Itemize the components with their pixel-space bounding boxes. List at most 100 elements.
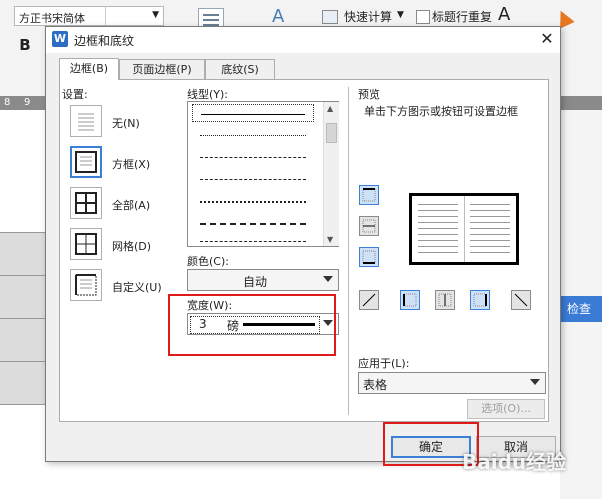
preview-text-line [418, 204, 458, 205]
line-style-option[interactable] [192, 192, 314, 210]
color-dropdown[interactable]: 自动 [187, 269, 339, 291]
preview-text-line [470, 240, 510, 241]
preview-text-line [418, 240, 458, 241]
setting-box-label: 方框(X) [112, 158, 151, 171]
chevron-down-icon[interactable]: ▼ [397, 10, 404, 20]
setting-custom-icon [75, 274, 97, 296]
dialog-titlebar: W 边框和底纹 ✕ [46, 27, 560, 53]
color-label: 颜色(C): [187, 255, 229, 268]
setting-none-label: 无(N) [112, 117, 140, 130]
preview-text-line [470, 216, 510, 217]
setting-custom-button[interactable] [70, 269, 102, 301]
bold-button[interactable]: B [14, 34, 36, 56]
line-style-option[interactable] [192, 170, 314, 188]
setting-none-button[interactable] [70, 105, 102, 137]
setting-all-button[interactable] [70, 187, 102, 219]
right-border-button[interactable] [470, 290, 490, 310]
dialog-title: 边框和底纹 [74, 34, 135, 48]
table-row [0, 318, 46, 361]
preview-text-line [470, 228, 510, 229]
table-row [0, 275, 46, 318]
title-repeat-button[interactable]: 标题行重复 [432, 8, 492, 25]
scrollbar-thumb[interactable] [326, 123, 337, 143]
border-left-icon [403, 293, 417, 307]
diagonal-down-border-button[interactable] [359, 290, 379, 310]
column-divider [348, 87, 349, 415]
scroll-up-icon[interactable]: ▲ [327, 104, 333, 113]
preview-text-line [418, 234, 458, 235]
settings-label: 设置: [62, 88, 88, 101]
diagonal-down-icon [362, 293, 376, 307]
watermark: Baidu经验 [462, 450, 567, 474]
chevron-down-icon[interactable]: ▼ [152, 10, 159, 20]
border-top-icon [362, 188, 376, 202]
chevron-down-icon[interactable] [530, 379, 540, 385]
border-inner-horizontal-icon [362, 219, 376, 233]
tab-page-border[interactable]: 页面边框(P) [119, 59, 205, 79]
diagonal-up-border-button[interactable] [511, 290, 531, 310]
diagonal-up-icon [514, 293, 528, 307]
text-style-icon[interactable]: A [272, 6, 284, 27]
close-icon[interactable]: ✕ [538, 29, 556, 48]
line-style-option[interactable] [192, 126, 314, 144]
borders-shading-dialog: W 边框和底纹 ✕ 页面边框(P) 底纹(S) 边框(B) 设置: 无(N) 方… [45, 26, 561, 462]
inner-vertical-border-button[interactable] [435, 290, 455, 310]
quick-calc-button[interactable]: 快速计算 [344, 8, 392, 25]
setting-grid-button[interactable] [70, 228, 102, 260]
app-icon: W [52, 31, 68, 47]
preview-label: 预览 [358, 88, 380, 101]
inner-horizontal-border-button[interactable] [359, 216, 379, 236]
border-bottom-icon [362, 250, 376, 264]
width-highlight-box [168, 294, 336, 356]
preview-text-line [470, 246, 510, 247]
line-style-option[interactable] [192, 214, 314, 232]
calculator-icon [322, 10, 338, 24]
top-border-button[interactable] [359, 185, 379, 205]
tab-shading[interactable]: 底纹(S) [205, 59, 275, 79]
font-divider [105, 7, 106, 25]
preview-text-line [418, 228, 458, 229]
setting-all-icon [75, 192, 97, 214]
check-button[interactable]: 检查 [556, 296, 602, 322]
setting-box-icon [75, 151, 97, 173]
tab-borders[interactable]: 边框(B) [59, 58, 119, 80]
text-direction-icon[interactable]: A [498, 4, 510, 25]
preview-text-line [418, 222, 458, 223]
table-row [0, 361, 46, 405]
line-style-option[interactable] [192, 232, 314, 250]
setting-box-button[interactable] [70, 146, 102, 178]
preview-text-line [470, 252, 510, 253]
document-table [0, 232, 46, 405]
setting-custom-label: 自定义(U) [112, 281, 162, 294]
setting-all-label: 全部(A) [112, 199, 151, 212]
left-border-button[interactable] [400, 290, 420, 310]
preview-hint: 单击下方图示或按钮可设置边框 [364, 105, 518, 118]
preview-text-line [418, 216, 458, 217]
ruler-tick: 8 [4, 97, 11, 108]
border-right-icon [473, 293, 487, 307]
border-inner-vertical-icon [438, 293, 452, 307]
setting-grid-label: 网格(D) [112, 240, 152, 253]
color-value: 自动 [243, 275, 268, 289]
bottom-border-button[interactable] [359, 247, 379, 267]
font-name: 方正书宋简体 [19, 12, 85, 25]
ruler-tick: 9 [24, 97, 31, 108]
chevron-down-icon[interactable] [323, 276, 333, 282]
preview-text-line [470, 222, 510, 223]
border-preview[interactable] [409, 193, 519, 265]
font-select[interactable]: 方正书宋简体 ▼ [14, 6, 164, 26]
apply-to-value: 表格 [363, 378, 388, 392]
line-style-option[interactable] [192, 148, 314, 166]
apply-to-dropdown[interactable]: 表格 [358, 372, 546, 394]
scroll-down-icon[interactable]: ▼ [327, 235, 333, 244]
preview-text-line [470, 210, 510, 211]
preview-text-line [470, 234, 510, 235]
options-button[interactable]: 选项(O)... [467, 399, 545, 419]
preview-text-line [418, 210, 458, 211]
setting-grid-icon [75, 233, 97, 255]
line-style-list[interactable] [187, 101, 339, 247]
table-header-icon [416, 10, 430, 24]
preview-text-line [418, 246, 458, 247]
table-row [0, 232, 46, 275]
line-style-option-selected[interactable] [192, 104, 314, 122]
